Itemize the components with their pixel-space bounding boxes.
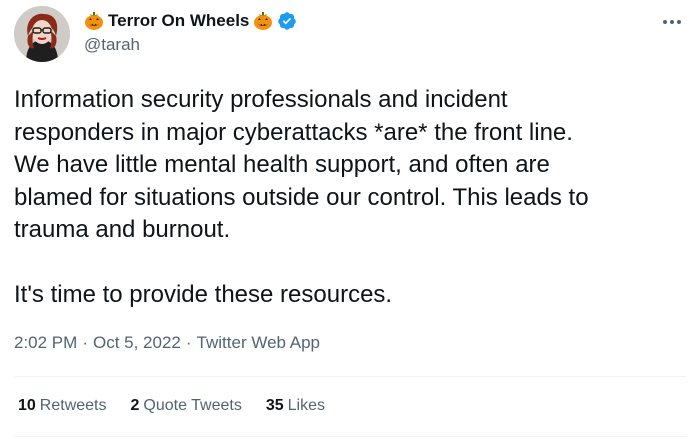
jack-o-lantern-icon	[85, 12, 103, 30]
dot	[670, 20, 674, 24]
tweet-header: Terror On Wheels @tarah	[14, 6, 686, 62]
quote-tweets-count: 2	[130, 397, 140, 414]
more-options-icon[interactable]	[658, 12, 686, 32]
meta-separator: ·	[82, 333, 88, 352]
tweet-text: Information security professionals and i…	[14, 86, 589, 308]
tweet-stats: 10 Retweets 2 Quote Tweets 35 Likes	[18, 397, 325, 415]
divider	[14, 436, 686, 437]
tweet-metadata: 2:02 PM · Oct 5, 2022 · Twitter Web App	[14, 333, 320, 353]
avatar[interactable]	[14, 6, 70, 62]
jack-o-lantern-icon	[254, 12, 273, 30]
meta-separator: ·	[185, 333, 192, 352]
retweets-stat[interactable]: 10 Retweets	[18, 397, 107, 415]
tweet-card: Terror On Wheels @tarah Information secu…	[0, 0, 700, 439]
author-handle[interactable]: @tarah	[84, 35, 297, 55]
dot	[677, 20, 681, 24]
display-name-row[interactable]: Terror On Wheels	[84, 10, 297, 32]
tweet-time[interactable]: 2:02 PM	[14, 333, 77, 352]
verified-badge-icon	[278, 12, 297, 30]
likes-count: 35	[265, 397, 284, 414]
retweets-label: Retweets	[39, 397, 107, 414]
tweet-source[interactable]: Twitter Web App	[197, 333, 320, 352]
likes-stat[interactable]: 35 Likes	[266, 397, 325, 415]
dot	[663, 20, 667, 24]
likes-label: Likes	[287, 397, 325, 414]
display-name: Terror On Wheels	[108, 11, 250, 30]
tweet-date[interactable]: Oct 5, 2022	[93, 333, 181, 352]
divider	[14, 376, 686, 377]
author-names: Terror On Wheels @tarah	[84, 10, 297, 55]
avatar-image	[14, 6, 70, 62]
quote-tweets-label: Quote Tweets	[143, 397, 242, 414]
quote-tweets-stat[interactable]: 2 Quote Tweets	[131, 397, 242, 415]
retweets-count: 10	[18, 397, 36, 414]
